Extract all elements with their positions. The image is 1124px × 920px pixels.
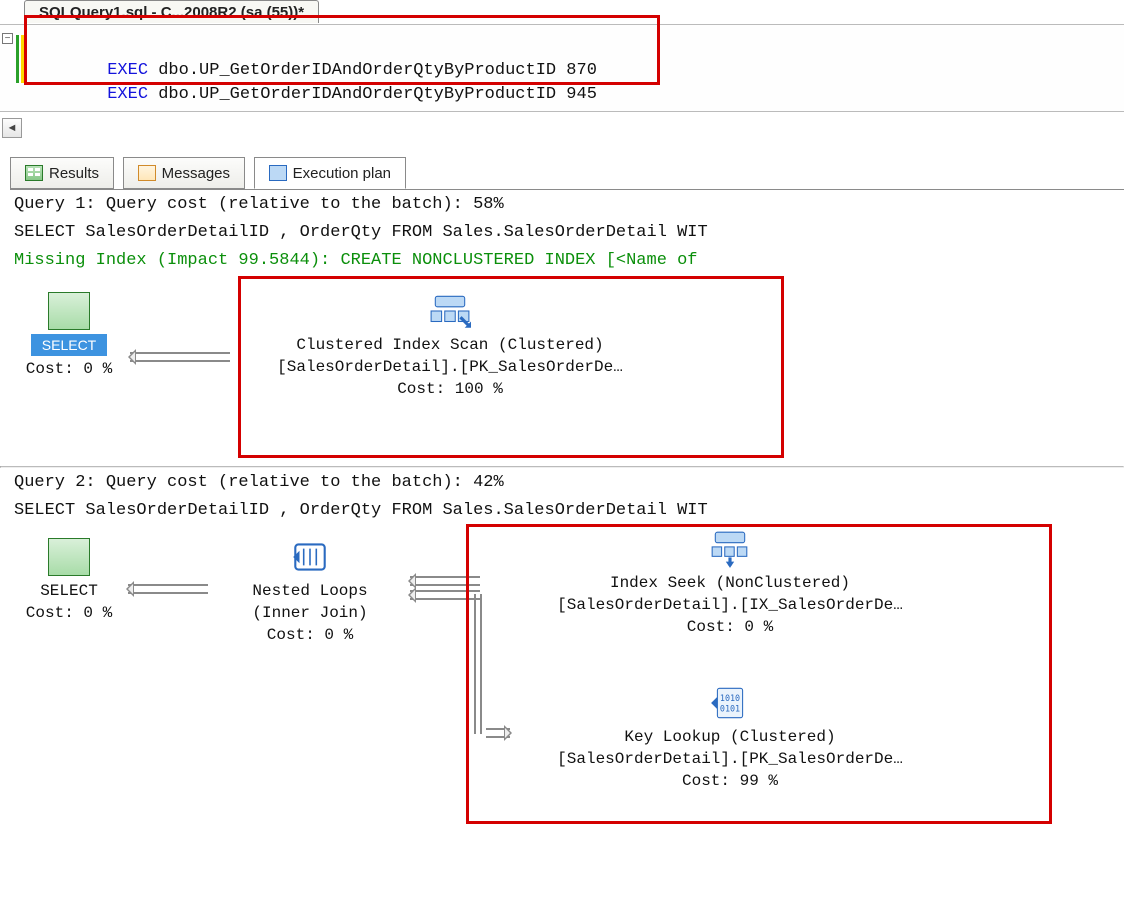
key-lookup-icon: 1010 0101 xyxy=(709,684,751,722)
svg-text:1010: 1010 xyxy=(720,693,740,703)
node-title: Index Seek (NonClustered) xyxy=(520,572,940,594)
svg-text:0101: 0101 xyxy=(720,703,740,713)
plan-node-clustered-index-scan[interactable]: Clustered Index Scan (Clustered) [SalesO… xyxy=(250,292,650,400)
node-object: [SalesOrderDetail].[IX_SalesOrderDe… xyxy=(520,594,940,616)
plan-arrow xyxy=(486,728,510,738)
node-object: [SalesOrderDetail].[PK_SalesOrderDe… xyxy=(520,748,940,770)
tab-results[interactable]: Results xyxy=(10,157,114,189)
query1-missing-index[interactable]: Missing Index (Impact 99.5844): CREATE N… xyxy=(0,246,1124,274)
tab-messages[interactable]: Messages xyxy=(123,157,245,189)
query1-header: Query 1: Query cost (relative to the bat… xyxy=(0,190,1124,218)
plan-node-nested-loops[interactable]: Nested Loops (Inner Join) Cost: 0 % xyxy=(220,538,400,646)
node-title: Nested Loops xyxy=(220,580,400,602)
execution-plan-icon xyxy=(269,165,287,181)
node-cost: Cost: 0 % xyxy=(220,624,400,646)
plan-node-index-seek[interactable]: Index Seek (NonClustered) [SalesOrderDet… xyxy=(520,530,940,638)
tab-label: Messages xyxy=(162,165,230,182)
plan-node-key-lookup[interactable]: 1010 0101 Key Lookup (Clustered) [SalesO… xyxy=(520,684,940,792)
plan-arrow xyxy=(410,590,480,600)
keyword: EXEC xyxy=(107,85,148,104)
scroll-left-icon[interactable]: ◄ xyxy=(2,118,22,138)
code-text: dbo.UP_GetOrderIDAndOrderQtyByProductID … xyxy=(148,85,597,104)
query2-sql: SELECT SalesOrderDetailID , OrderQty FRO… xyxy=(0,496,1124,524)
node-subtitle: (Inner Join) xyxy=(220,602,400,624)
select-label: SELECT xyxy=(24,580,114,602)
node-title: Key Lookup (Clustered) xyxy=(520,726,940,748)
query1-plan-canvas[interactable]: SELECT Cost: 0 % Clustered Index Scan (C… xyxy=(0,274,1124,464)
result-tabs: Results Messages Execution plan xyxy=(10,154,1124,190)
collapse-toggle-icon[interactable]: − xyxy=(2,33,13,44)
node-title: Clustered Index Scan (Clustered) xyxy=(250,334,650,356)
plan-arrow xyxy=(128,584,208,594)
plan-arrow xyxy=(130,352,230,362)
query2-header: Query 2: Query cost (relative to the bat… xyxy=(0,468,1124,496)
node-cost: Cost: 99 % xyxy=(520,770,940,792)
select-result-icon xyxy=(48,538,90,576)
plan-node-select[interactable]: SELECT Cost: 0 % xyxy=(24,538,114,624)
clustered-index-scan-icon xyxy=(429,292,471,330)
select-cost: Cost: 0 % xyxy=(24,602,114,624)
execution-plan-pane[interactable]: Query 1: Query cost (relative to the bat… xyxy=(0,190,1124,920)
sql-editor[interactable]: − EXEC dbo.UP_GetOrderIDAndOrderQtyByPro… xyxy=(0,24,1124,112)
plan-connector xyxy=(474,594,482,734)
messages-icon xyxy=(138,165,156,181)
tab-execution-plan[interactable]: Execution plan xyxy=(254,157,406,189)
editor-text[interactable]: EXEC dbo.UP_GetOrderIDAndOrderQtyByProdu… xyxy=(14,31,1124,111)
select-result-icon xyxy=(48,292,90,330)
nested-loops-icon xyxy=(289,538,331,576)
query1-sql: SELECT SalesOrderDetailID , OrderQty FRO… xyxy=(0,218,1124,246)
node-cost: Cost: 0 % xyxy=(520,616,940,638)
plan-arrow xyxy=(410,576,480,586)
select-label: SELECT xyxy=(31,334,107,356)
query2-plan-canvas[interactable]: SELECT Cost: 0 % Nested Loops (Inner Joi… xyxy=(0,524,1124,854)
results-icon xyxy=(25,165,43,181)
tab-label: Results xyxy=(49,165,99,182)
document-tab[interactable]: SQLQuery1.sql - C...2008R2 (sa (55))* xyxy=(24,0,319,23)
select-cost: Cost: 0 % xyxy=(24,358,114,380)
plan-node-select[interactable]: SELECT Cost: 0 % xyxy=(24,292,114,380)
tab-label: Execution plan xyxy=(293,165,391,182)
index-seek-icon xyxy=(709,530,751,568)
node-object: [SalesOrderDetail].[PK_SalesOrderDe… xyxy=(250,356,650,378)
node-cost: Cost: 100 % xyxy=(250,378,650,400)
